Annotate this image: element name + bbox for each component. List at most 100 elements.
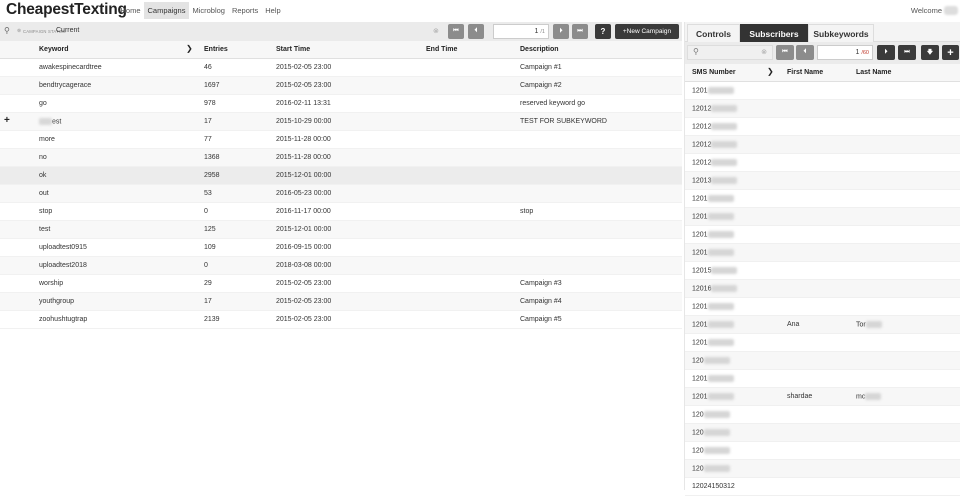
table-row[interactable]: 12013 (685, 172, 960, 190)
download-icon[interactable]: 🡇 (921, 45, 939, 60)
cell-entries: 17 (204, 118, 212, 125)
table-row[interactable]: youthgroup 17 2015-02-05 23:00 Campaign #4 (0, 293, 682, 311)
add-subscriber-button[interactable]: + (942, 45, 959, 60)
cell-start-time: 2015-02-05 23:00 (276, 64, 332, 71)
table-row[interactable]: 12012 (685, 100, 960, 118)
cell-keyword: est (39, 118, 61, 125)
table-row[interactable]: awakespinecardtree 46 2015-02-05 23:00 Camp… (0, 59, 682, 77)
prev-page-button[interactable]: ⏴ (796, 45, 814, 60)
col-first-name[interactable]: First Name (787, 69, 823, 76)
table-row[interactable]: 1201 (685, 334, 960, 352)
filter-clear-icon[interactable]: ⊗ (433, 27, 439, 35)
welcome-text[interactable]: Welcome (911, 6, 942, 15)
prev-page-button[interactable]: ⏴ (468, 24, 484, 39)
table-row[interactable]: stop 0 2016-11-17 00:00 stop (0, 203, 682, 221)
table-row[interactable]: 1201 (685, 82, 960, 100)
col-start-time[interactable]: Start Time (276, 46, 310, 53)
cell-sms-number: 1201 (692, 339, 734, 346)
table-row[interactable]: + est 17 2015-10-29 00:00 TEST FOR SUBKEYWOR… (0, 113, 682, 131)
col-description[interactable]: Description (520, 46, 559, 53)
table-row[interactable]: 1201 (685, 298, 960, 316)
col-end-time[interactable]: End Time (426, 46, 457, 53)
cell-sms-number: 120 (692, 429, 730, 436)
nav-campaigns[interactable]: Campaigns (144, 2, 189, 19)
status-filter-value[interactable]: Current (56, 27, 79, 34)
col-keyword[interactable]: Keyword (39, 46, 69, 53)
subscriber-search-input[interactable]: ⚲ ⊗ (687, 45, 773, 60)
new-campaign-button[interactable]: +New Campaign (615, 24, 679, 39)
table-row[interactable]: ok 2958 2015-12-01 00:00 (0, 167, 682, 185)
tab-controls[interactable]: Controls (687, 24, 740, 42)
table-row[interactable]: 12012 (685, 136, 960, 154)
page-input[interactable]: 1 /60 (817, 45, 873, 60)
status-filter-clear-icon[interactable]: ⊗ (17, 28, 21, 34)
cell-keyword: out (39, 190, 49, 197)
cell-first-name: shardae (787, 393, 813, 400)
table-row[interactable]: 1201 (685, 226, 960, 244)
cell-start-time: 2016-05-23 00:00 (276, 190, 332, 197)
table-row[interactable]: 120 (685, 352, 960, 370)
first-page-button[interactable]: ⏮ (776, 45, 794, 60)
search-icon[interactable]: ⚲ (4, 26, 10, 35)
cell-start-time: 2016-09-15 00:00 (276, 244, 332, 251)
nav-microblog[interactable]: Microblog (189, 2, 229, 19)
cell-sms-number: 120 (692, 357, 730, 364)
nav-reports[interactable]: Reports (228, 2, 261, 19)
first-page-button[interactable]: ⏮ (448, 24, 464, 39)
table-row[interactable]: go 978 2016-02-11 13:31 reserved keyword go (0, 95, 682, 113)
table-row[interactable]: out 53 2016-05-23 00:00 (0, 185, 682, 203)
table-row[interactable]: test 125 2015-12-01 00:00 (0, 221, 682, 239)
help-button[interactable]: ? (595, 24, 611, 39)
brand-logo[interactable]: CheapestTexting (6, 1, 127, 19)
cell-entries: 53 (204, 190, 212, 197)
col-sms-number[interactable]: SMS Number (692, 69, 736, 76)
page-total: /1 (540, 29, 545, 35)
table-row[interactable]: uploadtest0915 109 2016-09-15 00:00 (0, 239, 682, 257)
table-row[interactable]: 12016 (685, 280, 960, 298)
nav-home[interactable]: Home (117, 2, 144, 19)
last-page-button[interactable]: ⏭ (898, 45, 916, 60)
table-row[interactable]: 12012 (685, 154, 960, 172)
col-last-name[interactable]: Last Name (856, 69, 891, 76)
table-row[interactable]: 1201 (685, 244, 960, 262)
cell-keyword: go (39, 100, 47, 107)
table-row[interactable]: more 77 2015-11-28 00:00 (0, 131, 682, 149)
table-row[interactable]: 1201 (685, 190, 960, 208)
table-row[interactable]: 12015 (685, 262, 960, 280)
redacted-text (707, 375, 734, 382)
table-row[interactable]: 120 (685, 460, 960, 478)
cell-start-time: 2018-03-08 00:00 (276, 262, 332, 269)
tab-subkeywords[interactable]: Subkeywords (808, 24, 874, 42)
next-page-button[interactable]: ⏵ (877, 45, 895, 60)
table-row[interactable]: 12012 (685, 118, 960, 136)
cell-sms-number: 12016 (692, 285, 738, 292)
clear-search-icon[interactable]: ⊗ (761, 48, 767, 56)
table-row[interactable]: 120 (685, 424, 960, 442)
table-row[interactable]: no 1368 2015-11-28 00:00 (0, 149, 682, 167)
cell-sms-number: 1201 (692, 249, 734, 256)
campaigns-panel: ⚲ ⊗ CAMPAIGN STATUS: Current ⊗ ⏮ ⏴ 1 /1 … (0, 22, 682, 490)
sort-chevron-down-icon[interactable]: ❯ (767, 67, 774, 76)
table-row[interactable]: 1201 shardae mc (685, 388, 960, 406)
table-row[interactable]: bendtrycagerace 1697 2015-02-05 23:00 Campa… (0, 77, 682, 95)
table-row[interactable]: 120 (685, 442, 960, 460)
cell-sms-number: 120 (692, 465, 730, 472)
table-row[interactable]: worship 29 2015-02-05 23:00 Campaign #3 (0, 275, 682, 293)
table-row[interactable]: 120 (685, 406, 960, 424)
last-page-button[interactable]: ⏭ (572, 24, 588, 39)
table-row[interactable]: 1201 (685, 370, 960, 388)
table-row[interactable]: 1201 Ana Tor (685, 316, 960, 334)
redacted-text (707, 321, 734, 328)
table-row[interactable]: uploadtest2018 0 2018-03-08 00:00 (0, 257, 682, 275)
table-row[interactable]: zoohushtugtrap 2139 2015-02-05 23:00 Campai… (0, 311, 682, 329)
next-page-button[interactable]: ⏵ (553, 24, 569, 39)
redacted-text (707, 87, 734, 94)
table-row[interactable]: 1201 (685, 208, 960, 226)
expand-row-icon[interactable]: + (4, 115, 10, 126)
sort-chevron-down-icon[interactable]: ❯ (186, 44, 193, 53)
tab-subscribers[interactable]: Subscribers (740, 24, 808, 42)
nav-help[interactable]: Help (262, 2, 284, 19)
col-entries[interactable]: Entries (204, 46, 228, 53)
table-row[interactable]: 12024150312 (685, 478, 960, 496)
page-input[interactable]: 1 /1 (493, 24, 549, 39)
